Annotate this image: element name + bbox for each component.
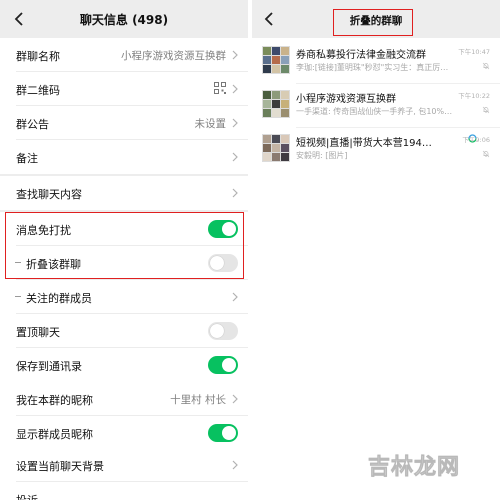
group-avatar xyxy=(262,90,290,118)
group-name-row[interactable]: 群聊名称 小程序游戏资源互换群 xyxy=(0,38,248,72)
chat-background-label: 设置当前聊天背景 xyxy=(16,460,104,473)
chevron-right-icon xyxy=(232,460,238,470)
my-group-nickname-value: 十里村 村长 xyxy=(170,394,226,406)
show-member-nicknames-toggle[interactable] xyxy=(208,424,238,442)
chat-time: 下午10:47 xyxy=(458,48,490,56)
remark-row[interactable]: 备注 xyxy=(0,140,248,174)
group-avatar xyxy=(262,46,290,74)
sub-item-dash xyxy=(15,262,21,263)
chevron-right-icon xyxy=(232,118,238,128)
search-chat-content-label: 查找聊天内容 xyxy=(16,188,82,201)
toggle-knob xyxy=(210,256,224,270)
chevron-right-icon xyxy=(232,152,238,162)
page-title: 聊天信息 (498) xyxy=(79,13,169,27)
pin-chat-toggle[interactable] xyxy=(208,322,238,340)
pin-chat-row: 置顶聊天 xyxy=(0,314,248,348)
fold-group-chat-row: 折叠该群聊 xyxy=(0,246,248,280)
toggle-knob xyxy=(222,358,236,372)
sub-item-dash xyxy=(15,296,21,297)
muted-bell-icon xyxy=(482,106,490,114)
followed-members-row[interactable]: 关注的群成员 xyxy=(0,280,248,314)
followed-members-label: 关注的群成员 xyxy=(26,292,92,305)
chat-time: 下午10:22 xyxy=(458,92,490,100)
folded-chats-panel: 折叠的群聊 券商私募投行法律金融交流群 李珈:[链接]董明珠"秒怼"实习生：真正… xyxy=(252,0,500,500)
watermark: 吉林龙网 xyxy=(367,454,460,481)
chat-list-item[interactable]: 券商私募投行法律金融交流群 李珈:[链接]董明珠"秒怼"实习生：真正厉… 下午1… xyxy=(252,40,500,84)
background-section: 设置当前聊天背景 投诉 xyxy=(0,448,248,500)
remark-label: 备注 xyxy=(16,152,38,165)
page-title: 折叠的群聊 xyxy=(349,15,403,27)
chat-list-item[interactable]: 小程序游戏资源互换群 一手渠道: 传奇国战仙侠一手养子, 包10%… 下午10:… xyxy=(252,84,500,128)
chat-name: 小程序游戏资源互换群 xyxy=(296,94,396,105)
group-name-label: 群聊名称 xyxy=(16,50,60,63)
group-name-value: 小程序游戏资源互换群 xyxy=(121,50,226,62)
toggle-knob xyxy=(222,222,236,236)
group-announcement-label: 群公告 xyxy=(16,118,49,131)
group-announcement-row[interactable]: 群公告 未设置 xyxy=(0,106,248,140)
search-section: 查找聊天内容 xyxy=(0,176,248,210)
chevron-right-icon xyxy=(232,188,238,198)
nickname-section: 我在本群的昵称 十里村 村长 显示群成员昵称 xyxy=(0,382,248,450)
muted-bell-icon xyxy=(482,150,490,158)
mute-notifications-label: 消息免打扰 xyxy=(16,224,71,237)
chat-info-panel: 聊天信息 (498) 群聊名称 小程序游戏资源互换群 群二维码 群公告 未设置 xyxy=(0,0,248,500)
muted-bell-icon xyxy=(482,62,490,70)
chat-name: 券商私募投行法律金融交流群 xyxy=(296,50,426,61)
save-to-contacts-row: 保存到通讯录 xyxy=(0,348,248,382)
chat-info-nav-bar: 聊天信息 (498) xyxy=(0,0,248,38)
group-announcement-value: 未设置 xyxy=(194,118,227,130)
group-avatar xyxy=(262,134,290,162)
chevron-right-icon xyxy=(232,394,238,404)
save-to-contacts-label: 保存到通讯录 xyxy=(16,360,82,373)
qr-code-icon xyxy=(214,82,226,94)
chat-time: 下午9:06 xyxy=(462,136,490,144)
chat-preview: 李珈:[链接]董明珠"秒怼"实习生：真正厉… xyxy=(296,63,449,72)
chat-list-item[interactable]: 短视频|直播|带货大本营194… 安毅明: [图片] 下午9:06 xyxy=(252,128,500,172)
mute-notifications-row: 消息免打扰 xyxy=(0,212,248,246)
show-member-nicknames-row: 显示群成员昵称 xyxy=(0,416,248,450)
pin-chat-label: 置顶聊天 xyxy=(16,326,60,339)
chevron-right-icon xyxy=(232,84,238,94)
complaint-row[interactable]: 投诉 xyxy=(0,482,248,500)
my-group-nickname-row[interactable]: 我在本群的昵称 十里村 村长 xyxy=(0,382,248,416)
complaint-label: 投诉 xyxy=(16,492,38,500)
chat-preview: 安毅明: [图片] xyxy=(296,151,348,160)
save-to-contacts-toggle[interactable] xyxy=(208,356,238,374)
toggle-knob xyxy=(222,426,236,440)
toggle-knob xyxy=(210,324,224,338)
group-settings-section: 群聊名称 小程序游戏资源互换群 群二维码 群公告 未设置 备注 xyxy=(0,38,248,174)
search-chat-content-row[interactable]: 查找聊天内容 xyxy=(0,176,248,210)
group-qr-code-row[interactable]: 群二维码 xyxy=(0,72,248,106)
chat-preview: 一手渠道: 传奇国战仙侠一手养子, 包10%… xyxy=(296,107,453,116)
group-qr-code-label: 群二维码 xyxy=(16,84,60,97)
fold-group-chat-label: 折叠该群聊 xyxy=(26,258,81,271)
chevron-right-icon xyxy=(232,50,238,60)
show-member-nicknames-label: 显示群成员昵称 xyxy=(16,428,93,441)
fold-group-chat-toggle[interactable] xyxy=(208,254,238,272)
my-group-nickname-label: 我在本群的昵称 xyxy=(16,394,93,407)
chat-background-row[interactable]: 设置当前聊天背景 xyxy=(0,448,248,482)
chat-name: 短视频|直播|带货大本营194… xyxy=(296,138,432,149)
notification-section: 消息免打扰 折叠该群聊 关注的群成员 置顶聊天 保存到通讯录 xyxy=(0,212,248,382)
mute-notifications-toggle[interactable] xyxy=(208,220,238,238)
folded-chats-nav-bar: 折叠的群聊 xyxy=(252,0,500,38)
chevron-right-icon xyxy=(232,292,238,302)
